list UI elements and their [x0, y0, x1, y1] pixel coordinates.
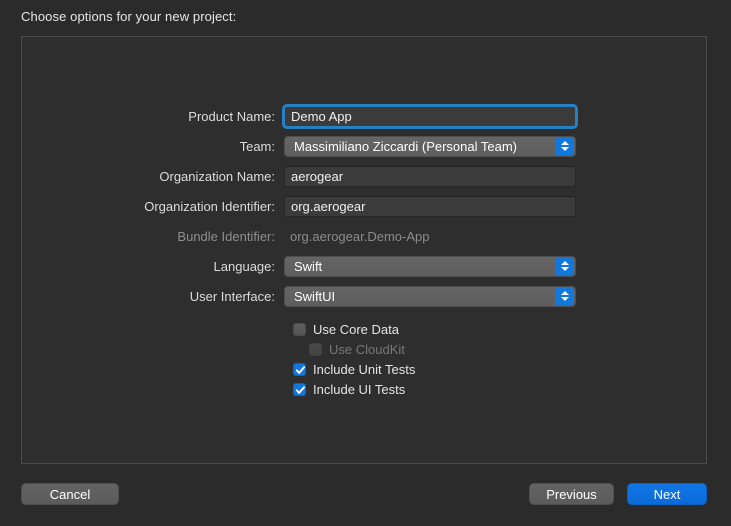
bundle-identifier-label: Bundle Identifier:: [177, 228, 275, 244]
checkmark-icon: [293, 382, 306, 396]
checkbox-use-cloudkit: Use CloudKit: [293, 339, 415, 359]
team-control: Massimiliano Ziccardi (Personal Team): [284, 135, 576, 157]
page-title: Choose options for your new project:: [21, 9, 237, 24]
include-unit-tests-label: Include Unit Tests: [313, 361, 416, 377]
form-row-team: Team: Massimiliano Ziccardi (Personal Tea…: [22, 131, 706, 161]
user-interface-control: SwiftUI: [284, 285, 576, 307]
form-row-organization-identifier: Organization Identifier: org.aerogear: [22, 191, 706, 221]
checkbox-empty-icon: [309, 342, 322, 356]
dialog-footer: Cancel Previous Next: [0, 483, 731, 509]
form-row-organization-name: Organization Name: aerogear: [22, 161, 706, 191]
organization-name-control: aerogear: [284, 165, 576, 187]
project-options-checkboxes: Use Core Data Use CloudKit Include Unit Te…: [293, 319, 415, 399]
form-row-product-name: Product Name: Demo App: [22, 101, 706, 131]
organization-identifier-input[interactable]: org.aerogear: [284, 195, 576, 217]
team-dropdown[interactable]: Massimiliano Ziccardi (Personal Team): [284, 135, 576, 157]
checkbox-include-unit-tests[interactable]: Include Unit Tests: [293, 359, 415, 379]
use-core-data-label: Use Core Data: [313, 321, 399, 337]
bundle-identifier-control: org.aerogear.Demo-App: [284, 226, 576, 247]
team-label: Team:: [239, 138, 275, 154]
checkbox-include-ui-tests[interactable]: Include UI Tests: [293, 379, 415, 399]
project-options-form: Product Name: Demo App Team: Massimiliano Z…: [22, 101, 706, 311]
form-row-bundle-identifier: Bundle Identifier: org.aerogear.Demo-App: [22, 221, 706, 251]
chevron-updown-icon: [555, 257, 574, 275]
organization-identifier-control: org.aerogear: [284, 195, 576, 217]
language-dropdown[interactable]: Swift: [284, 255, 576, 277]
checkbox-empty-icon: [293, 322, 306, 336]
product-name-input[interactable]: Demo App: [282, 103, 578, 129]
organization-name-input[interactable]: aerogear: [284, 165, 576, 187]
options-panel: Product Name: Demo App Team: Massimiliano Z…: [21, 36, 707, 464]
cancel-button[interactable]: Cancel: [21, 483, 119, 505]
language-label: Language:: [213, 258, 275, 274]
previous-button[interactable]: Previous: [529, 483, 614, 505]
organization-identifier-label: Organization Identifier:: [144, 198, 275, 214]
organization-name-label: Organization Name:: [159, 168, 275, 184]
product-name-control: Demo App: [282, 103, 578, 129]
next-button[interactable]: Next: [627, 483, 707, 505]
user-interface-label: User Interface:: [189, 288, 275, 304]
bundle-identifier-value: org.aerogear.Demo-App: [290, 228, 430, 244]
product-name-label: Product Name:: [188, 108, 275, 124]
checkbox-use-core-data[interactable]: Use Core Data: [293, 319, 415, 339]
chevron-updown-icon: [555, 137, 574, 155]
user-interface-dropdown[interactable]: SwiftUI: [284, 285, 576, 307]
user-interface-selected-value: SwiftUI: [294, 288, 336, 304]
team-selected-value: Massimiliano Ziccardi (Personal Team): [294, 138, 517, 154]
use-cloudkit-label: Use CloudKit: [329, 341, 405, 357]
form-row-user-interface: User Interface: SwiftUI: [22, 281, 706, 311]
form-row-language: Language: Swift: [22, 251, 706, 281]
include-ui-tests-label: Include UI Tests: [313, 381, 406, 397]
checkmark-icon: [293, 362, 306, 376]
language-selected-value: Swift: [294, 258, 323, 274]
language-control: Swift: [284, 255, 576, 277]
chevron-updown-icon: [555, 287, 574, 305]
